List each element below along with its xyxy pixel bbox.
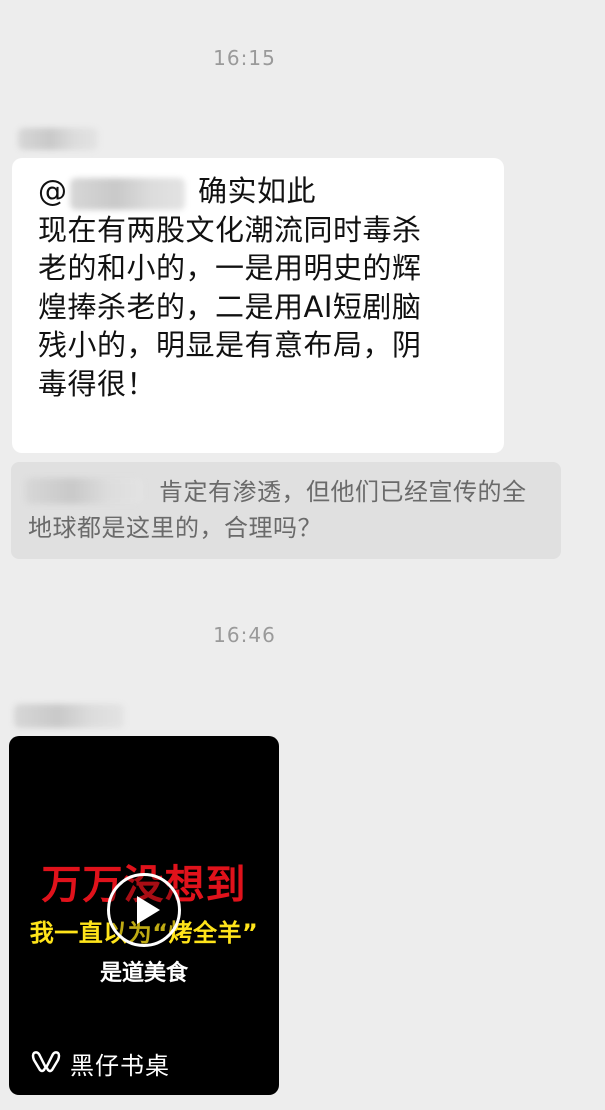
message-text: 现在有两股文化潮流同时毒杀 老的和小的，一是用明史的辉 煌捧杀老的，二是用AI短… — [38, 212, 422, 401]
play-icon[interactable] — [107, 873, 181, 947]
video-subtitle-2: 是道美食 — [99, 961, 188, 986]
message-first-line: 确实如此 — [198, 174, 317, 208]
timestamp-2: 16:46 — [213, 623, 276, 647]
message-bubble[interactable]: @ 确实如此 现在有两股文化潮流同时毒杀 老的和小的，一是用明史的辉 煌捧杀老的… — [12, 158, 504, 453]
sender-name-redacted — [18, 128, 98, 150]
mention-at: @ — [38, 174, 67, 208]
timestamp-1: 16:15 — [213, 46, 276, 70]
sender-name-redacted-2 — [14, 704, 124, 728]
mention-redacted — [70, 178, 185, 210]
quoted-message[interactable]: 肯定有渗透，但他们已经宣传的全地球都是这里的，合理吗？ — [11, 462, 561, 559]
channels-logo-icon — [31, 1048, 61, 1078]
quote-text: 肯定有渗透，但他们已经宣传的全地球都是这里的，合理吗？ — [28, 478, 527, 542]
channel-name: 黑仔书桌 — [70, 1052, 170, 1080]
